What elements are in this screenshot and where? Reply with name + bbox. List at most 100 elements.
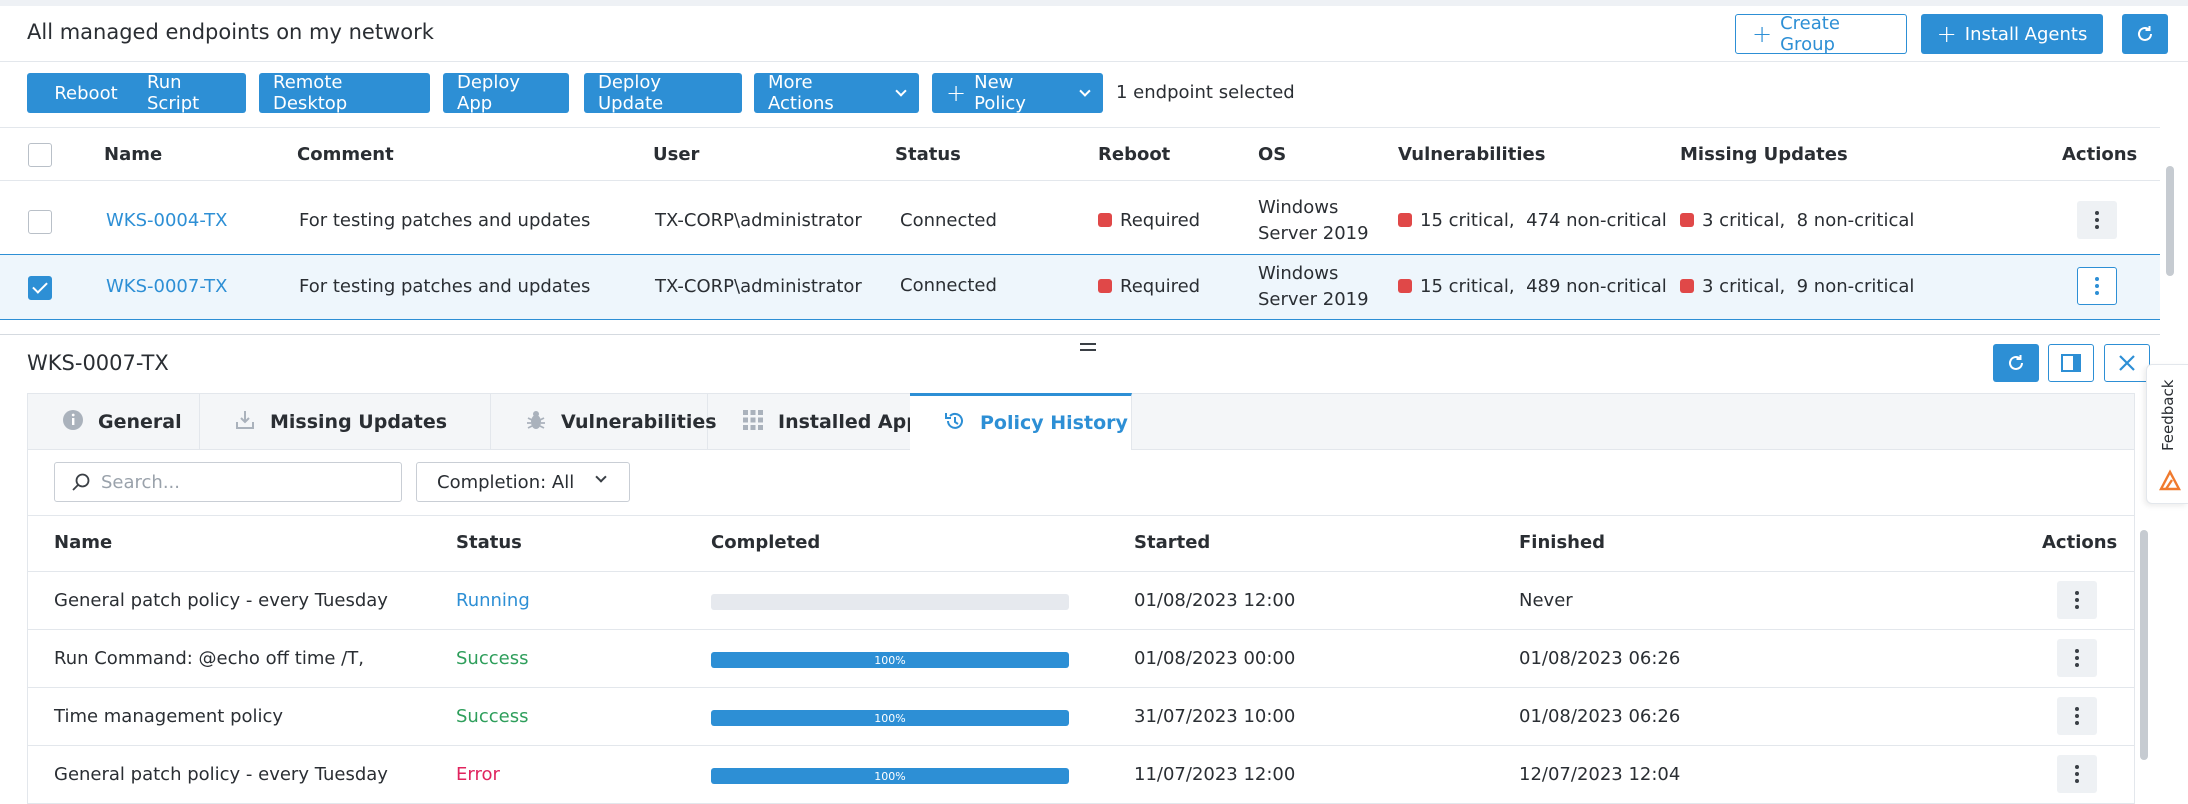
- endpoint-comment: For testing patches and updates: [299, 210, 591, 231]
- policy-started: 01/08/2023 12:00: [1134, 590, 1296, 611]
- policy-actions-button[interactable]: [2057, 639, 2097, 677]
- deploy-update-label: Deploy Update: [598, 72, 664, 114]
- col-completed[interactable]: Completed: [711, 532, 820, 553]
- policy-name-link[interactable]: General patch policy - every Tuesday: [54, 764, 388, 785]
- tab-missing-updates[interactable]: Missing Updates: [200, 394, 491, 450]
- new-policy-label: New Policy: [974, 72, 1026, 114]
- download-icon: [234, 409, 256, 436]
- policy-row[interactable]: Run Command: @echo off time /T, Success …: [27, 630, 2135, 688]
- col-status[interactable]: Status: [895, 144, 961, 165]
- deploy-update-button[interactable]: Deploy Update: [584, 72, 742, 114]
- policy-started: 01/08/2023 00:00: [1134, 648, 1296, 669]
- create-group-button[interactable]: + Create Group: [1735, 13, 1907, 55]
- table-row-selected[interactable]: WKS-0007-TX For testing patches and upda…: [0, 254, 2160, 320]
- detail-refresh-button[interactable]: [1993, 344, 2039, 382]
- row-checkbox[interactable]: [28, 210, 52, 234]
- policy-actions-button[interactable]: [2057, 697, 2097, 735]
- policy-actions-button[interactable]: [2057, 581, 2097, 619]
- policy-row[interactable]: General patch policy - every Tuesday Run…: [27, 572, 2135, 630]
- policy-actions-button[interactable]: [2057, 755, 2097, 793]
- remote-desktop-label: Remote Desktop: [273, 72, 348, 114]
- endpoints-table-header: Name Comment User Status Reboot OS Vulne…: [0, 127, 2160, 181]
- policy-finished: 01/08/2023 06:26: [1519, 706, 1681, 727]
- progress-fill: 100%: [711, 652, 1069, 668]
- endpoint-name-link[interactable]: WKS-0007-TX: [106, 276, 228, 297]
- run-script-button[interactable]: Run Script: [133, 72, 246, 114]
- endpoint-user: TX-CORP\administrator: [655, 276, 862, 297]
- select-all-checkbox[interactable]: [28, 143, 52, 167]
- dock-panel-button[interactable]: [2048, 344, 2094, 382]
- row-checkbox-checked[interactable]: [28, 276, 52, 300]
- col-finished[interactable]: Finished: [1519, 532, 1605, 553]
- policy-row[interactable]: Time management policy Success 100% 31/0…: [27, 688, 2135, 746]
- remote-desktop-button[interactable]: Remote Desktop: [259, 72, 430, 114]
- policy-name-link[interactable]: Run Command: @echo off time /T,: [54, 648, 364, 669]
- tab-installed-apps[interactable]: Installed Apps: [708, 394, 938, 450]
- critical-dot-icon: [1398, 213, 1412, 227]
- policy-name-link[interactable]: Time management policy: [54, 706, 283, 727]
- policy-scrollbar[interactable]: [2140, 530, 2148, 760]
- deploy-app-button[interactable]: Deploy App: [443, 72, 569, 114]
- policy-name-link[interactable]: General patch policy - every Tuesday: [54, 590, 388, 611]
- col-policy-name[interactable]: Name: [54, 532, 112, 553]
- col-comment[interactable]: Comment: [297, 144, 394, 165]
- reboot-status: Required: [1098, 276, 1200, 297]
- row-actions-button[interactable]: [2077, 267, 2117, 305]
- endpoints-scrollbar[interactable]: [2166, 166, 2174, 276]
- completion-filter-dropdown[interactable]: Completion: All: [416, 462, 630, 502]
- col-os[interactable]: OS: [1258, 144, 1286, 165]
- policy-row[interactable]: General patch policy - every Tuesday Err…: [27, 746, 2135, 804]
- endpoint-os: Windows Server 2019: [1258, 195, 1369, 247]
- chevron-down-icon: [1079, 85, 1091, 97]
- policy-finished: 12/07/2023 12:04: [1519, 764, 1681, 785]
- policy-finished: Never: [1519, 590, 1573, 611]
- os-line2: Server 2019: [1258, 289, 1369, 310]
- chevron-down-icon: [895, 85, 907, 97]
- reboot-value: Required: [1120, 210, 1201, 231]
- tab-vulnerabilities-label: Vulnerabilities: [561, 411, 717, 433]
- history-icon: [944, 410, 966, 437]
- col-started[interactable]: Started: [1134, 532, 1210, 553]
- col-policy-actions: Actions: [2042, 532, 2118, 553]
- tab-general[interactable]: General: [28, 394, 200, 450]
- col-name[interactable]: Name: [104, 144, 162, 165]
- policy-status: Running: [456, 590, 530, 611]
- search-icon: [72, 473, 90, 491]
- install-agents-button[interactable]: + Install Agents: [1921, 14, 2103, 54]
- search-box[interactable]: [54, 462, 402, 502]
- plus-icon: +: [946, 79, 967, 107]
- col-vulnerabilities[interactable]: Vulnerabilities: [1398, 144, 1545, 165]
- more-actions-dropdown[interactable]: More Actions: [754, 72, 919, 114]
- policy-started: 31/07/2023 10:00: [1134, 706, 1296, 727]
- refresh-button[interactable]: [2122, 14, 2168, 54]
- panel-splitter[interactable]: [0, 334, 2160, 335]
- new-policy-dropdown[interactable]: + New Policy: [932, 72, 1103, 114]
- row-actions-button[interactable]: [2077, 201, 2117, 239]
- col-missing-updates[interactable]: Missing Updates: [1680, 144, 1848, 165]
- table-row[interactable]: WKS-0004-TX For testing patches and upda…: [0, 189, 2160, 255]
- col-reboot[interactable]: Reboot: [1098, 144, 1170, 165]
- vulnerabilities-value: 15 critical, 489 non-critical: [1420, 276, 1667, 297]
- close-panel-button[interactable]: [2104, 344, 2150, 382]
- policy-filter-bar: Completion: All: [27, 450, 2135, 516]
- reboot-label: Reboot: [54, 82, 118, 104]
- drag-handle-icon[interactable]: [1080, 343, 1096, 351]
- page-header: All managed endpoints on my network + Cr…: [0, 6, 2188, 62]
- vulnerabilities-summary: 15 critical, 474 non-critical: [1398, 210, 1667, 231]
- endpoint-name-link[interactable]: WKS-0004-TX: [106, 210, 228, 231]
- tab-policy-history[interactable]: Policy History: [910, 393, 1132, 450]
- endpoint-status: Connected: [900, 275, 997, 296]
- col-policy-status[interactable]: Status: [456, 532, 522, 553]
- detail-title: WKS-0007-TX: [27, 351, 169, 375]
- tab-general-label: General: [98, 411, 182, 433]
- search-input[interactable]: [101, 471, 381, 493]
- col-user[interactable]: User: [653, 144, 699, 165]
- feedback-tab[interactable]: Feedback: [2146, 364, 2188, 504]
- reboot-button[interactable]: Reboot: [27, 73, 145, 113]
- tab-vulnerabilities[interactable]: Vulnerabilities: [491, 394, 717, 450]
- grid-icon: [742, 409, 764, 436]
- detail-tabs: General Missing Updates Vulnerabilities …: [27, 393, 2135, 450]
- endpoint-user: TX-CORP\administrator: [655, 210, 862, 231]
- policy-started: 11/07/2023 12:00: [1134, 764, 1296, 785]
- feedback-label: Feedback: [2159, 379, 2177, 451]
